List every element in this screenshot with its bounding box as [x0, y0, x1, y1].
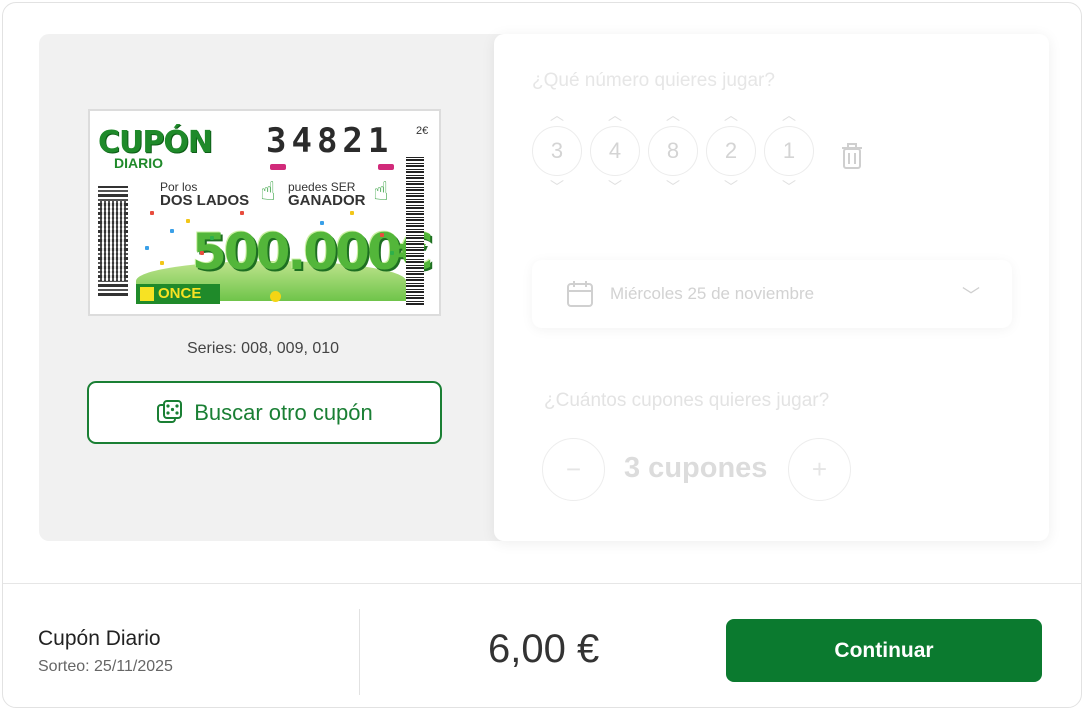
draw-date: Sorteo: 25/11/2025 — [38, 658, 173, 675]
digit-value[interactable]: 1 — [764, 126, 814, 176]
digit-value[interactable]: 3 — [532, 126, 582, 176]
chevron-down-icon[interactable]: ﹀ — [706, 178, 756, 196]
ticket-logo-diario: DIARIO — [114, 155, 163, 171]
search-other-coupon-label: Buscar otro cupón — [194, 399, 373, 425]
yellow-dot — [270, 291, 281, 302]
continue-button[interactable]: Continuar — [726, 619, 1042, 682]
hand-icon: ☝ — [260, 176, 276, 206]
quantity-question: ¿Cuántos cupones quieres jugar? — [544, 390, 830, 411]
chevron-up-icon[interactable]: ︿ — [590, 106, 640, 124]
qr-code — [98, 186, 128, 296]
chevron-up-icon[interactable]: ︿ — [706, 106, 756, 124]
chevron-up-icon[interactable]: ︿ — [764, 106, 814, 124]
purchase-card: CUPÓN DIARIO 34821 2€ Por los DOS LADOS … — [2, 2, 1082, 708]
digit-selector: ︿ 2 ﹀ — [706, 106, 756, 196]
chevron-down-icon[interactable]: ﹀ — [590, 178, 640, 196]
once-figure-icon — [140, 287, 154, 301]
chevron-down-icon[interactable]: ﹀ — [648, 178, 698, 196]
decrease-quantity-button[interactable]: − — [542, 438, 605, 501]
search-other-coupon-button[interactable]: Buscar otro cupón — [87, 381, 442, 444]
draw-date-select[interactable]: Miércoles 25 de noviembre ﹀ — [532, 260, 1012, 328]
ticket-panel: CUPÓN DIARIO 34821 2€ Por los DOS LADOS … — [39, 34, 509, 541]
calendar-icon — [566, 280, 594, 308]
increase-quantity-button[interactable]: + — [788, 438, 851, 501]
quantity-value: 3 cupones — [624, 452, 768, 484]
draw-date-value: Miércoles 25 de noviembre — [610, 284, 815, 303]
dice-icon — [156, 399, 184, 427]
chevron-up-icon[interactable]: ︿ — [532, 106, 582, 124]
hand-icon: ☝ — [373, 176, 389, 206]
pink-mark — [270, 164, 286, 170]
slogan-right-big: GANADOR — [288, 192, 366, 209]
ticket-price: 2€ — [416, 125, 429, 137]
digit-value[interactable]: 4 — [590, 126, 640, 176]
product-name: Cupón Diario — [38, 627, 161, 650]
chevron-up-icon[interactable]: ︿ — [648, 106, 698, 124]
ticket-prize: 500.000€ — [192, 223, 434, 281]
digit-value[interactable]: 8 — [648, 126, 698, 176]
digit-selector: ︿ 1 ﹀ — [764, 106, 814, 196]
barcode — [406, 155, 424, 305]
digit-selector: ︿ 3 ﹀ — [532, 106, 582, 196]
pink-mark — [378, 164, 394, 170]
total-price: 6,00 € — [488, 627, 600, 671]
ticket-number: 34821 — [266, 121, 394, 161]
chevron-down-icon: ﹀ — [962, 286, 980, 306]
chevron-down-icon[interactable]: ﹀ — [764, 178, 814, 196]
digit-value[interactable]: 2 — [706, 126, 756, 176]
digit-selector: ︿ 8 ﹀ — [648, 106, 698, 196]
trash-icon[interactable] — [840, 142, 864, 170]
number-question: ¿Qué número quieres jugar? — [532, 70, 775, 91]
footer-divider — [3, 583, 1081, 584]
slogan-left: Por los DOS LADOS — [160, 181, 250, 209]
series-text: Series: 008, 009, 010 — [186, 340, 340, 357]
slogan-right: puedes SER GANADOR — [288, 181, 366, 209]
chevron-down-icon[interactable]: ﹀ — [532, 178, 582, 196]
slogan-left-big: DOS LADOS — [160, 192, 250, 209]
footer-vertical-divider — [359, 609, 360, 695]
number-form: ¿Qué número quieres jugar? ︿ 3 ﹀ ︿ 4 ﹀ ︿… — [494, 34, 1049, 541]
ticket-image: CUPÓN DIARIO 34821 2€ Por los DOS LADOS … — [88, 109, 441, 316]
digit-selector: ︿ 4 ﹀ — [590, 106, 640, 196]
